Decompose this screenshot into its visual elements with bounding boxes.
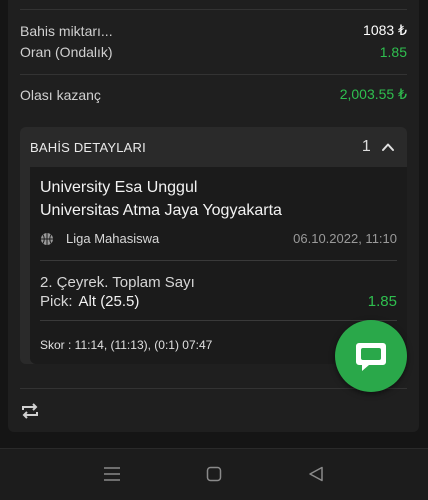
divider	[40, 320, 397, 321]
potential-win-row: Olası kazanç 2,003.55 ₺	[20, 86, 407, 103]
market-name: 2. Çeyrek. Toplam Sayı	[40, 274, 195, 291]
divider	[20, 74, 407, 75]
event-date: 06.10.2022, 11:10	[293, 231, 397, 246]
team-home: University Esa Unggul	[40, 179, 198, 196]
divider	[20, 9, 407, 10]
live-score: Skor : 11:14, (11:13), (0:1) 07:47	[40, 338, 213, 352]
basketball-icon	[41, 232, 53, 245]
stake-label: Bahis miktarı...	[20, 22, 113, 39]
bet-count: 1	[361, 138, 371, 155]
potential-win-label: Olası kazanç	[20, 86, 101, 103]
divider	[20, 388, 407, 389]
home-icon[interactable]	[206, 466, 222, 482]
pick-row: Pick: Alt (25.5) 1.85	[40, 293, 397, 310]
odds-label: Oran (Ondalık)	[20, 44, 113, 60]
menu-icon[interactable]	[103, 466, 121, 482]
odds-row: Oran (Ondalık) 1.85	[20, 44, 407, 60]
chevron-up-icon[interactable]	[381, 140, 395, 154]
pick-odds: 1.85	[367, 293, 397, 310]
chat-button[interactable]	[335, 320, 407, 392]
system-navigation-bar	[0, 448, 428, 500]
repeat-icon[interactable]	[20, 402, 40, 420]
pick-value: Alt (25.5)	[78, 293, 140, 310]
league-row: Liga Mahasiswa 06.10.2022, 11:10	[40, 231, 397, 246]
stake-row: Bahis miktarı... 1083 ₺	[20, 22, 407, 39]
chat-icon	[356, 343, 386, 371]
potential-win-value: 2,003.55 ₺	[339, 86, 407, 102]
odds-value: 1.85	[379, 44, 407, 60]
pick-label: Pick:	[40, 293, 73, 310]
divider	[40, 260, 397, 261]
league-name: Liga Mahasiswa	[66, 231, 160, 246]
back-icon[interactable]	[308, 466, 324, 482]
bet-details-title: BAHİS DETAYLARI	[30, 139, 146, 155]
team-away: Universitas Atma Jaya Yogyakarta	[40, 202, 282, 219]
stake-value: 1083 ₺	[363, 22, 407, 38]
bet-details-header[interactable]: BAHİS DETAYLARI 1	[20, 127, 407, 167]
